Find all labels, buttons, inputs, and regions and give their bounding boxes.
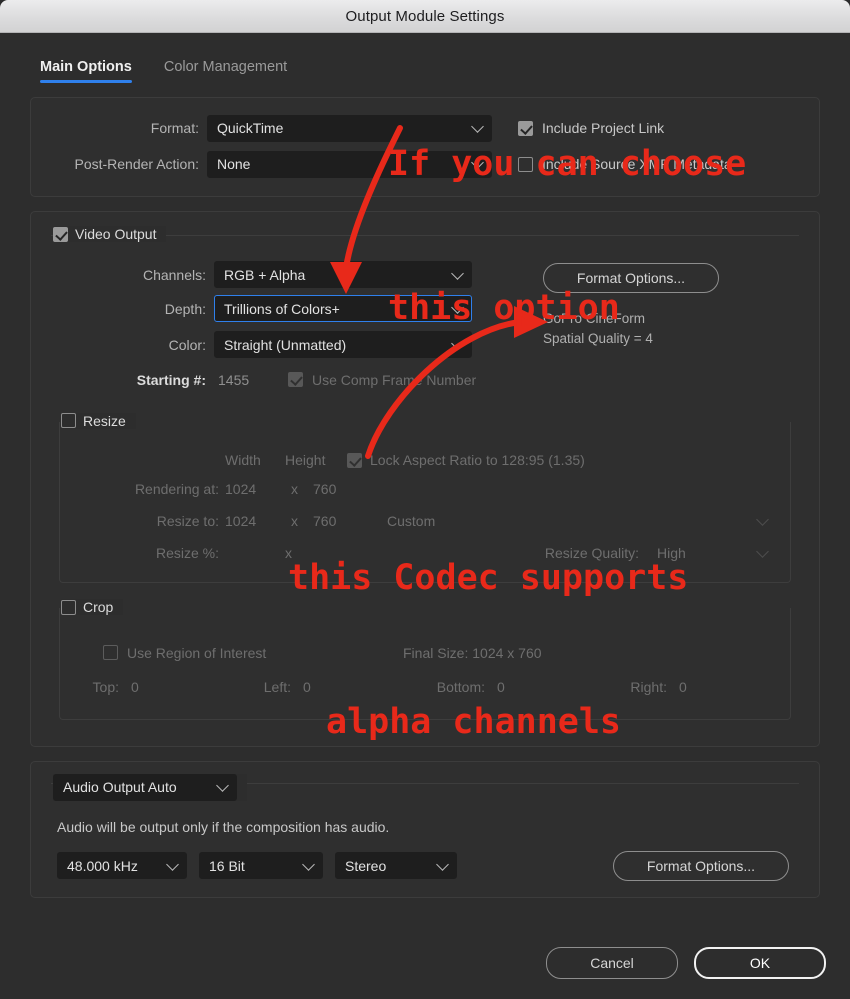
channels-select[interactable]: RGB + Alpha [214, 261, 472, 288]
audio-output-legend: Audio Output Auto [53, 773, 247, 801]
format-panel: Format: QuickTime Include Project Link P… [30, 97, 820, 197]
include-project-link-label: Include Project Link [542, 120, 665, 136]
include-xmp-row[interactable]: Include Source XMP Metadata [518, 156, 732, 172]
format-label: Format: [150, 120, 199, 136]
color-select-value: Straight (Unmatted) [224, 336, 347, 353]
depth-label: Depth: [164, 300, 206, 317]
resize-label: Resize [83, 412, 126, 429]
audio-bit-depth-select[interactable]: 16 Bit [199, 852, 323, 879]
resize-legend[interactable]: Resize [61, 412, 136, 429]
use-region-of-interest-checkbox[interactable] [103, 645, 118, 660]
video-output-label: Video Output [75, 226, 157, 242]
ok-button[interactable]: OK [694, 947, 826, 979]
audio-channels-value: Stereo [345, 857, 387, 874]
audio-output-group: Audio Output Auto Audio will be output o… [51, 773, 799, 881]
audio-channels-select[interactable]: Stereo [335, 852, 457, 879]
chevron-down-icon [756, 513, 769, 526]
channels-select-value: RGB + Alpha [224, 266, 306, 283]
crop-group-border [59, 608, 791, 720]
chevron-down-icon [302, 857, 315, 871]
dialog-footer: Cancel OK [546, 947, 826, 979]
use-comp-frame-label: Use Comp Frame Number [312, 371, 477, 388]
chevron-down-icon [756, 545, 769, 558]
output-module-settings-dialog: Output Module Settings Main Options Colo… [0, 0, 850, 999]
depth-select-value: Trillions of Colors+ [224, 300, 340, 317]
use-comp-frame-checkbox[interactable] [288, 372, 303, 387]
video-output-checkbox[interactable] [53, 226, 68, 242]
audio-bit-depth-value: 16 Bit [209, 857, 245, 874]
include-xmp-label: Include Source XMP Metadata [542, 156, 732, 172]
channels-label: Channels: [142, 266, 206, 283]
tab-main-options[interactable]: Main Options [40, 59, 132, 83]
format-select-value: QuickTime [217, 120, 284, 136]
video-output-group: Video Output Channels: RGB + Alpha Depth… [51, 226, 799, 720]
resize-quality-select[interactable]: High [647, 540, 777, 567]
depth-select[interactable]: Trillions of Colors+ [214, 295, 472, 322]
audio-output-mode-select[interactable]: Audio Output Auto [53, 773, 237, 801]
chevron-down-icon [216, 779, 229, 792]
audio-note: Audio will be output only if the composi… [57, 818, 390, 835]
chevron-down-icon [166, 857, 179, 871]
audio-output-panel: Audio Output Auto Audio will be output o… [30, 760, 820, 898]
use-comp-frame-row[interactable]: Use Comp Frame Number [288, 372, 476, 388]
lock-aspect-ratio-checkbox[interactable] [347, 452, 362, 468]
dialog-titlebar: Output Module Settings [0, 0, 850, 33]
video-output-legend[interactable]: Video Output [53, 226, 167, 242]
post-render-action-value: None [217, 156, 251, 172]
tab-color-management-label: Color Management [163, 59, 288, 75]
starting-number-label: Starting #: [136, 371, 206, 388]
crop-checkbox[interactable] [61, 599, 76, 615]
chevron-down-icon [436, 857, 449, 871]
format-select[interactable]: QuickTime [207, 114, 492, 142]
color-label: Color: [168, 336, 206, 353]
resize-group: Resize Width Height Lock Aspect Ratio to… [59, 412, 791, 583]
crop-legend[interactable]: Crop [61, 599, 124, 615]
post-render-action-select[interactable]: None [207, 150, 492, 178]
tab-color-management[interactable]: Color Management [164, 59, 287, 83]
starting-number-value[interactable]: 1455 [218, 372, 282, 388]
audio-sample-rate-value: 48.000 kHz [67, 857, 138, 874]
video-output-panel: Video Output Channels: RGB + Alpha Depth… [30, 211, 820, 747]
video-format-options-button[interactable]: Format Options... [543, 262, 719, 293]
resize-preset-value: Custom [387, 513, 436, 529]
tab-main-options-label: Main Options [40, 59, 132, 75]
include-xmp-checkbox[interactable] [518, 156, 533, 172]
cancel-button[interactable]: Cancel [546, 947, 678, 979]
crop-group: Crop Use Region of Interest Final Size: … [59, 599, 791, 720]
resize-preset-select[interactable]: Custom [377, 508, 777, 535]
include-project-link-row[interactable]: Include Project Link [518, 120, 664, 136]
crop-label: Crop [83, 599, 114, 615]
codec-spatial-quality: Spatial Quality = 4 [543, 331, 653, 347]
chevron-down-icon [451, 266, 464, 280]
include-project-link-checkbox[interactable] [518, 120, 533, 136]
resize-quality-value: High [657, 545, 686, 561]
chevron-down-icon [471, 120, 484, 133]
audio-output-mode-value: Audio Output Auto [63, 779, 177, 795]
chevron-down-icon [451, 336, 464, 350]
post-render-action-label: Post-Render Action: [74, 156, 199, 172]
audio-format-options-button[interactable]: Format Options... [613, 850, 789, 881]
dialog-body: Main Options Color Management Format: Qu… [0, 33, 850, 999]
tab-bar: Main Options Color Management [18, 33, 832, 83]
chevron-down-icon [471, 156, 484, 169]
resize-checkbox[interactable] [61, 413, 76, 428]
dialog-title: Output Module Settings [345, 7, 505, 25]
chevron-down-icon [451, 300, 464, 314]
color-select[interactable]: Straight (Unmatted) [214, 331, 472, 358]
codec-name: GoPro CineForm [543, 310, 646, 326]
audio-sample-rate-select[interactable]: 48.000 kHz [57, 852, 187, 879]
